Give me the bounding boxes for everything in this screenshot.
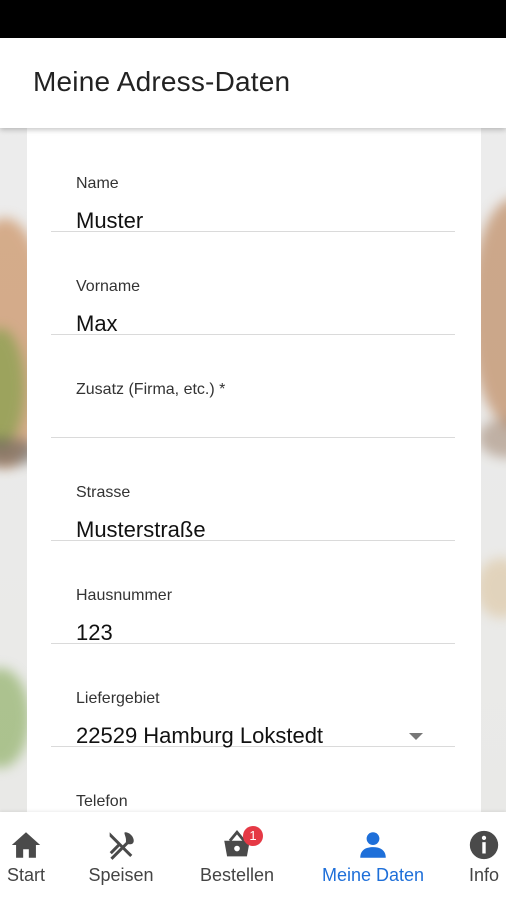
chevron-down-icon[interactable] bbox=[409, 733, 423, 740]
bottom-navigation: Start Speisen 1 Bestellen Meine Daten In… bbox=[0, 812, 506, 900]
nav-item-bestellen[interactable]: 1 Bestellen bbox=[190, 812, 284, 900]
nav-label: Bestellen bbox=[199, 865, 275, 885]
street-field[interactable]: Strasse Musterstraße bbox=[51, 437, 455, 542]
cart-count-badge: 1 bbox=[243, 826, 263, 846]
nav-item-info[interactable]: Info bbox=[462, 812, 506, 900]
person-icon bbox=[360, 832, 386, 858]
nav-label: Meine Daten bbox=[321, 865, 425, 885]
info-icon bbox=[469, 830, 499, 860]
field-label: Zusatz (Firma, etc.) * bbox=[76, 381, 226, 398]
app-bar: Meine Adress-Daten bbox=[0, 38, 506, 128]
delivery-area-select[interactable]: Liefergebiet 22529 Hamburg Lokstedt bbox=[51, 643, 455, 748]
field-label: Name bbox=[76, 175, 119, 192]
name-field[interactable]: Name Muster bbox=[51, 128, 455, 233]
phone-field[interactable]: Telefon bbox=[51, 746, 455, 812]
address-form-card: Name Muster Vorname Max Zusatz (Firma, e… bbox=[27, 128, 481, 812]
field-label: Strasse bbox=[76, 484, 131, 501]
page-title: Meine Adress-Daten bbox=[33, 66, 291, 97]
home-icon bbox=[11, 832, 41, 858]
house-number-field[interactable]: Hausnummer 123 bbox=[51, 540, 455, 645]
field-label: Liefergebiet bbox=[76, 690, 160, 707]
field-label: Telefon bbox=[76, 793, 128, 810]
cutlery-icon bbox=[109, 832, 134, 860]
nav-label: Start bbox=[6, 865, 45, 885]
nav-item-speisen[interactable]: Speisen bbox=[82, 812, 160, 900]
field-label: Vorname bbox=[76, 278, 141, 295]
field-label: Hausnummer bbox=[76, 587, 173, 604]
first-name-field[interactable]: Vorname Max bbox=[51, 231, 455, 336]
nav-item-start[interactable]: Start bbox=[0, 812, 52, 900]
nav-label: Info bbox=[468, 865, 500, 885]
nav-item-meine-daten[interactable]: Meine Daten bbox=[314, 812, 432, 900]
status-bar bbox=[0, 0, 506, 38]
addition-field[interactable]: Zusatz (Firma, etc.) * bbox=[51, 334, 455, 438]
nav-label: Speisen bbox=[88, 865, 154, 885]
